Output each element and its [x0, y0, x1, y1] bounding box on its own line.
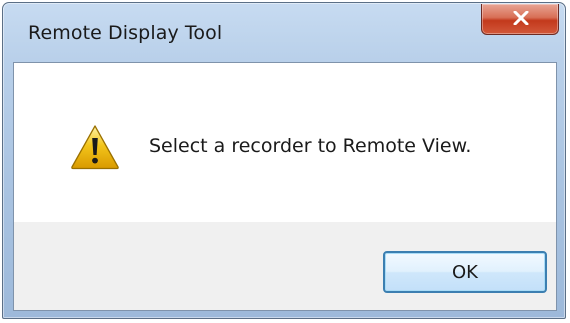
ok-button[interactable]: OK	[383, 251, 547, 293]
title-bar[interactable]: Remote Display Tool	[3, 3, 565, 61]
window-title: Remote Display Tool	[28, 22, 223, 44]
dialog-window: Remote Display Tool Select a recorder to…	[2, 2, 566, 319]
warning-icon	[71, 125, 119, 170]
dialog-client-area: Select a recorder to Remote View. OK	[13, 62, 557, 311]
close-icon	[513, 11, 529, 25]
close-button[interactable]	[481, 4, 559, 35]
message-area: Select a recorder to Remote View.	[14, 63, 556, 222]
dialog-message: Select a recorder to Remote View.	[149, 135, 472, 157]
